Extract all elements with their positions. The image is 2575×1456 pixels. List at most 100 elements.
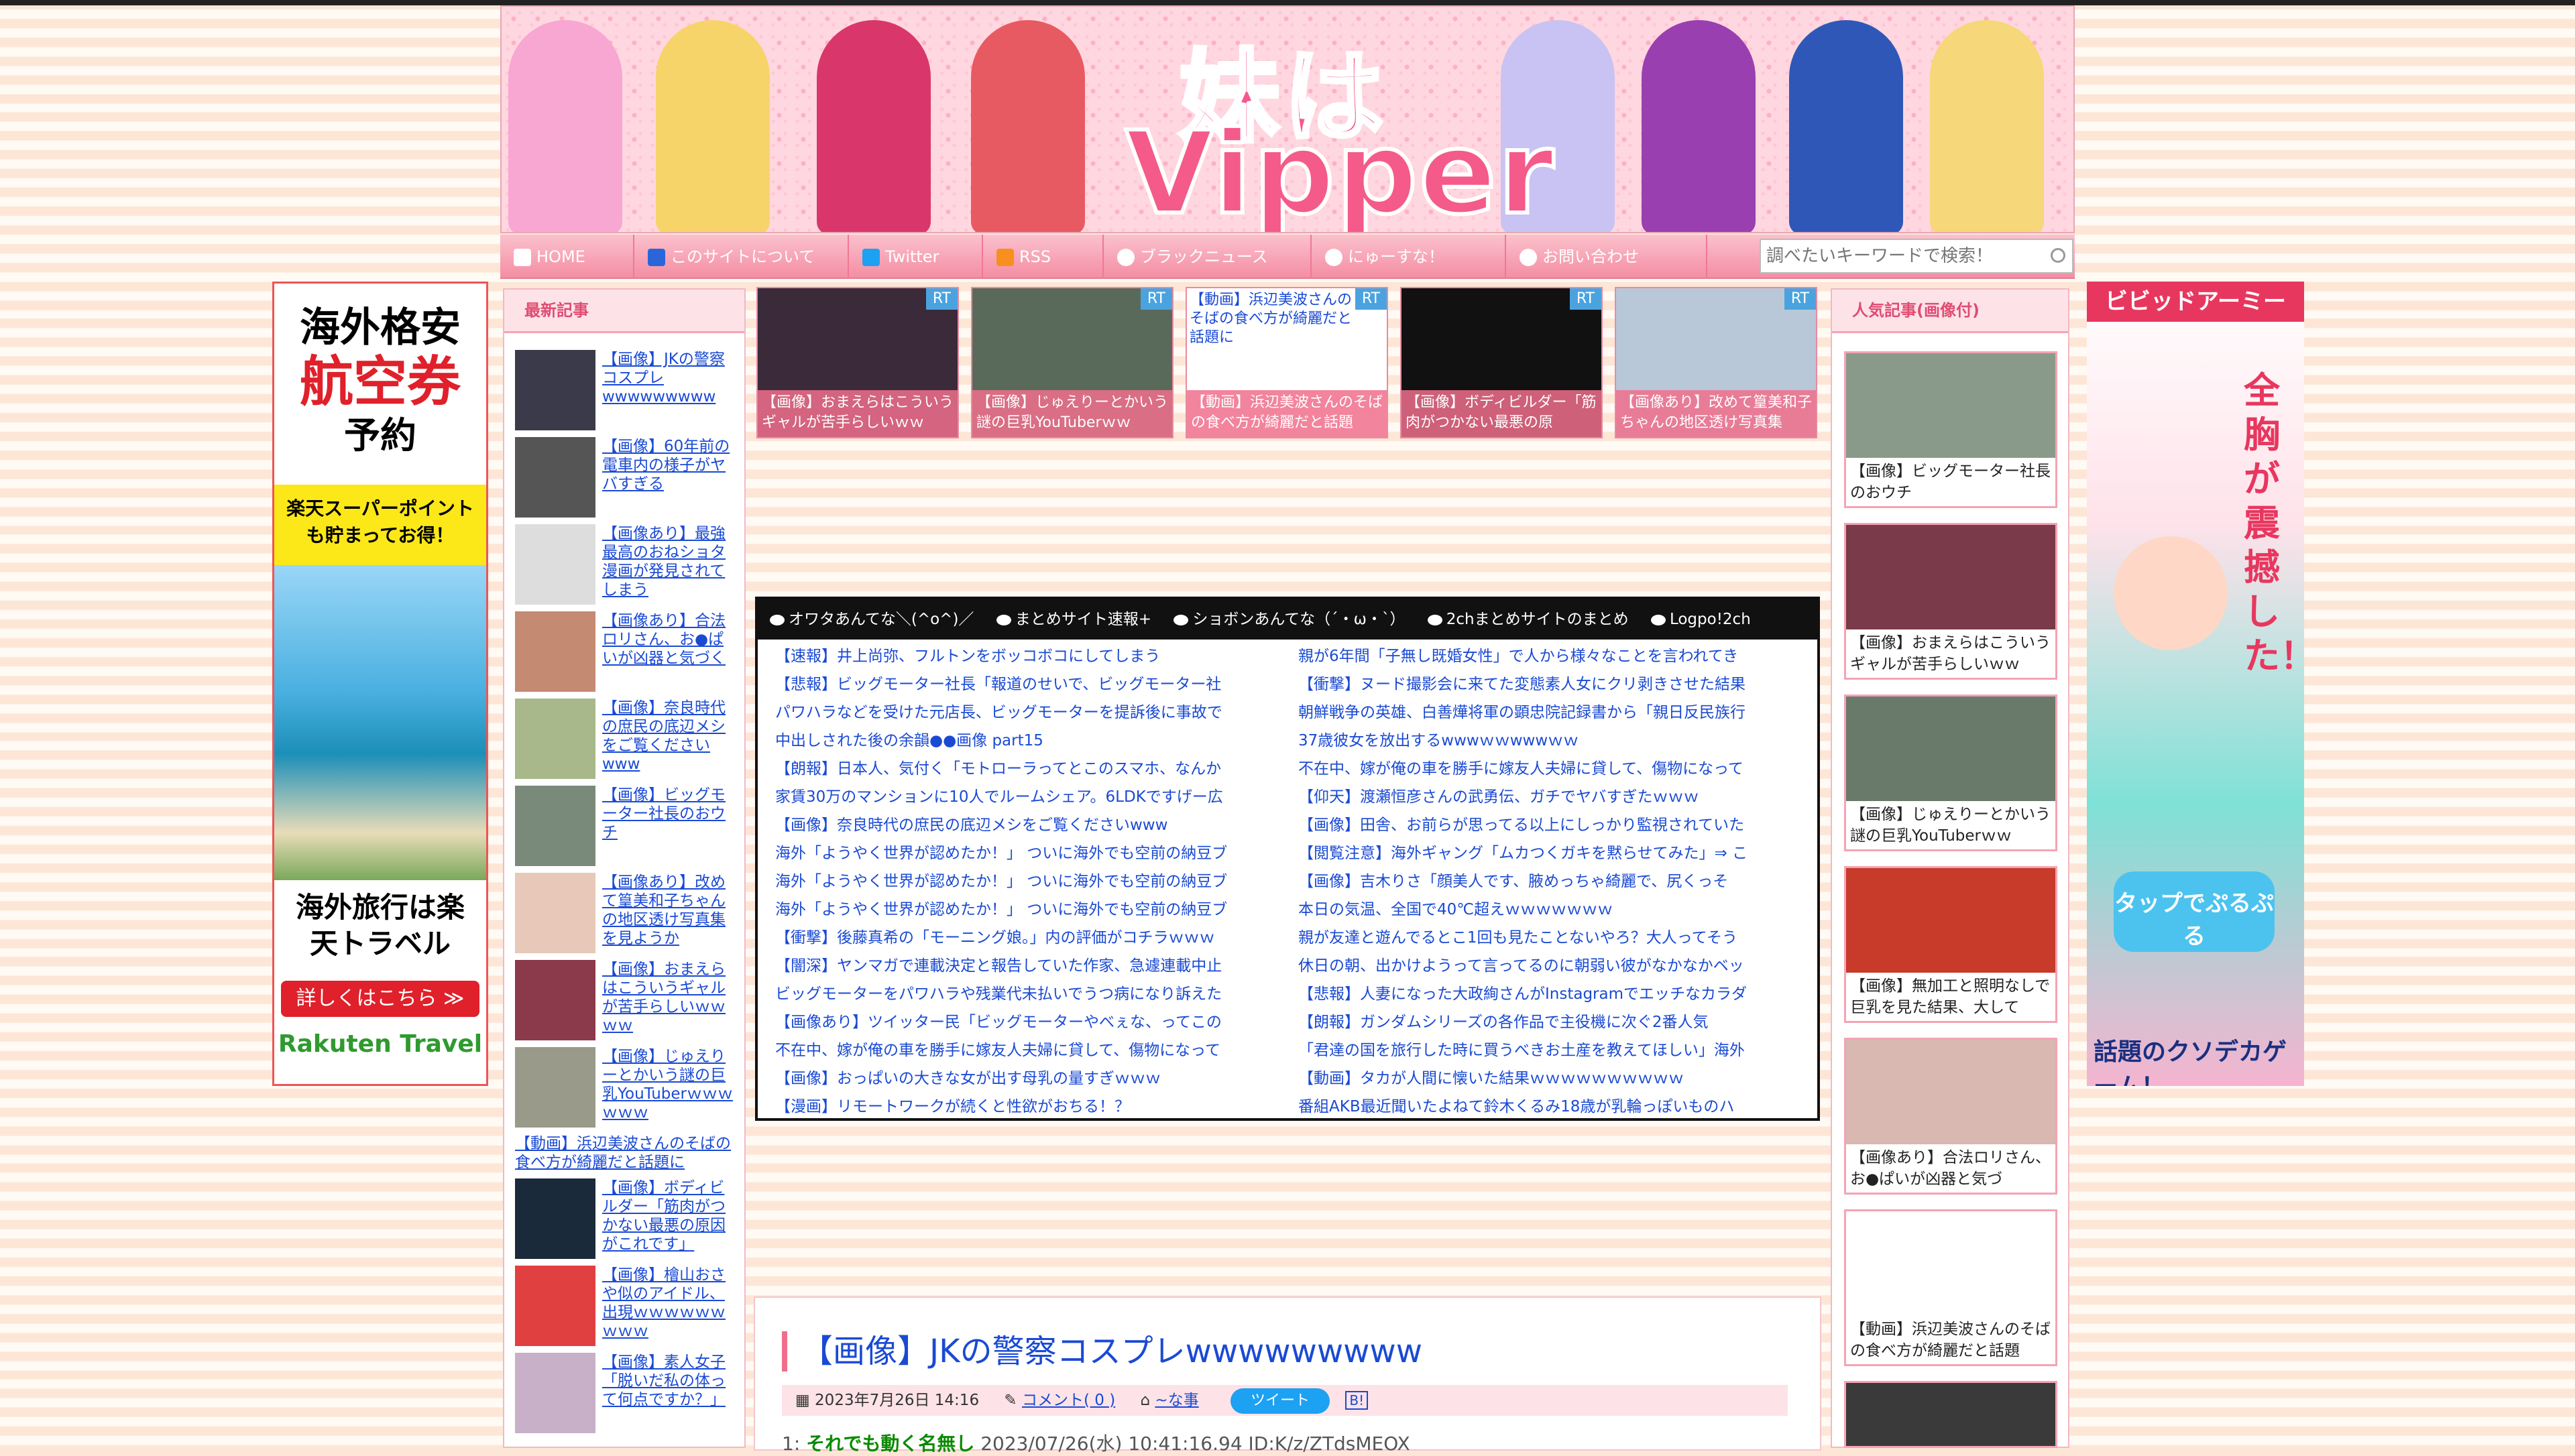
article-link[interactable]: 【画像】ボディビルダー「筋肉がつかない最悪の原因がこれです」 bbox=[602, 1178, 736, 1254]
article-link[interactable]: 【画像】奈良時代の庶民の底辺メシをご覧くださいwww bbox=[602, 699, 736, 774]
feed-link[interactable]: 朝鮮戦争の英雄、白善燁将軍の顕忠院記録書から「親日反民族行 bbox=[1289, 699, 1816, 727]
article-link[interactable]: 【画像】無加工と照明なしで巨乳を見た結果、大して bbox=[1850, 975, 2051, 1018]
feed-link[interactable]: 【悲報】ビッグモーター社長「報道のせいで、ビッグモーター社 bbox=[766, 670, 1289, 699]
feed-link[interactable]: 【衝撃】ヌード撮影会に来てた変態素人女にクリ剥きさせた結果 bbox=[1289, 670, 1816, 699]
feed-link[interactable]: 【仰天】渡瀬恒彦さんの武勇伝、ガチでヤバすぎたｗｗｗ bbox=[1289, 783, 1816, 811]
comment-link[interactable]: コメント( 0 ) bbox=[1022, 1392, 1115, 1409]
feed-link[interactable]: 【画像】奈良時代の庶民の底辺メシをご覧くださいwww bbox=[766, 811, 1289, 839]
article-link[interactable]: 【画像】JKの警察コスプレwwwwwwwww bbox=[602, 350, 736, 406]
broken-image-alt[interactable]: 【動画】浜辺美波さんのそばの食べ方が綺麗だと話題に bbox=[1190, 291, 1357, 347]
feed-link[interactable]: 海外「ようやく世界が認めたか！」 ついに海外でも空前の納豆ブ bbox=[766, 896, 1289, 924]
list-item[interactable]: 【画像】ボディビルダー「筋肉がつかない最悪の原因がこれです」 bbox=[515, 1178, 736, 1266]
thumbnail[interactable] bbox=[515, 1266, 595, 1346]
feed-link[interactable]: 海外「ようやく世界が認めたか！」 ついに海外でも空前の納豆ブ bbox=[766, 839, 1289, 867]
feed-tab[interactable]: Logpo!2ch bbox=[1650, 611, 1751, 628]
thumbnail[interactable] bbox=[1846, 868, 2055, 973]
popular-item[interactable]: 【画像】無加工と照明なしで巨乳を見た結果、大して bbox=[1844, 866, 2057, 1023]
feed-link[interactable]: 親が6年間「子無し既婚女性」で人から様々なことを言われてき bbox=[1289, 642, 1816, 670]
article-link[interactable]: 【画像あり】改めて篁美和子ちゃんの地区透け写真集を見ようか bbox=[602, 873, 736, 948]
article-link[interactable]: 【画像】ビッグモーター社長のおウチ bbox=[602, 786, 736, 842]
feed-link[interactable]: 番組AKB最近聞いたよねて鈴木くるみ18歳が乳輪っぽいものハ bbox=[1289, 1093, 1816, 1121]
ad-banner-right[interactable]: ビビッドアーミー 全胸が震撼した！ タップでぷるぷる 話題のクソデカゲーム！ bbox=[2087, 282, 2304, 1086]
rt-item[interactable]: RT 【動画】浜辺美波さんのそばの食べ方が綺麗だと話題に 【動画】浜辺美波さんの… bbox=[1186, 287, 1388, 438]
thumbnail[interactable] bbox=[515, 873, 595, 953]
rt-item[interactable]: RT 【画像】じゅえりーとかいう謎の巨乳YouTuberｗｗ bbox=[971, 287, 1174, 438]
feed-link[interactable]: 不在中、嫁が俺の車を勝手に嫁友人夫婦に貸して、傷物になって bbox=[1289, 755, 1816, 783]
list-item[interactable]: 【画像】素人女子「脱いだ私の体って何点ですか？」 bbox=[515, 1353, 736, 1440]
feed-tab[interactable]: オワタあんてな＼(^o^)／ bbox=[770, 611, 974, 628]
thumbnail[interactable] bbox=[515, 524, 595, 605]
feed-link[interactable]: 【闇深】ヤンマガで連載決定と報告していた作家、急遽連載中止 bbox=[766, 952, 1289, 980]
feed-link[interactable]: ビッグモーターをパワハラや残業代未払いでうつ病になり訴えた bbox=[766, 980, 1289, 1008]
nav-rss[interactable]: RSS bbox=[983, 235, 1104, 279]
thumbnail[interactable] bbox=[1846, 1211, 2055, 1316]
ad-cta-button[interactable]: 詳しくはこちら ≫ bbox=[281, 981, 479, 1017]
tweet-button[interactable]: ツイート bbox=[1231, 1388, 1330, 1414]
thumbnail[interactable] bbox=[515, 611, 595, 692]
article-link[interactable]: 【画像】じゅえりーとかいう謎の巨乳YouTuberｗｗ bbox=[1850, 804, 2051, 847]
feed-link[interactable]: 本日の気温、全国で40℃超えｗｗｗｗｗｗｗ bbox=[1289, 896, 1816, 924]
feed-link[interactable]: 【衝撃】後藤真希の「モーニング娘。」内の評価がコチラｗｗｗ bbox=[766, 924, 1289, 952]
hatena-bookmark-button[interactable]: B! bbox=[1345, 1391, 1369, 1410]
feed-link[interactable]: 休日の朝、出かけようって言ってるのに朝弱い彼がなかなかベッ bbox=[1289, 952, 1816, 980]
thumbnail[interactable] bbox=[515, 1178, 595, 1259]
search-icon[interactable] bbox=[2051, 248, 2065, 263]
feed-link[interactable]: 【朗報】ガンダムシリーズの各作品で主役機に次ぐ2番人気 bbox=[1289, 1008, 1816, 1036]
category-link[interactable]: ~な事 bbox=[1155, 1392, 1198, 1409]
thumbnail[interactable] bbox=[1846, 353, 2055, 458]
article-link[interactable]: 【動画】浜辺美波さんのそばの食べ方が綺麗だと話題に bbox=[515, 1134, 736, 1172]
feed-link[interactable]: 【画像】おっぱいの大きな女が出す母乳の量すぎｗｗｗ bbox=[766, 1065, 1289, 1093]
article-title[interactable]: 【画像】JKの警察コスプレwwwwwwwww bbox=[782, 1331, 1422, 1372]
article-link[interactable]: 【画像あり】合法ロリさん、お●ぱいが凶器と気づ bbox=[1850, 1147, 2051, 1190]
popular-item[interactable]: 【画像あり】合法ロリさん、お●ぱいが凶器と気づ bbox=[1844, 1038, 2057, 1195]
site-header-banner[interactable]: 妹は Vipper bbox=[500, 5, 2075, 233]
list-item[interactable]: 【画像】じゅえりーとかいう謎の巨乳YouTuberｗｗｗｗｗｗ bbox=[515, 1047, 736, 1134]
list-item[interactable]: 【動画】浜辺美波さんのそばの食べ方が綺麗だと話題に bbox=[515, 1134, 736, 1174]
feed-tab[interactable]: 2chまとめサイトのまとめ bbox=[1427, 611, 1629, 628]
rt-caption[interactable]: 【画像】おまえらはこういうギャルが苦手らしいｗｗ bbox=[758, 390, 958, 437]
thumbnail[interactable] bbox=[515, 350, 595, 430]
thumbnail[interactable] bbox=[1846, 696, 2055, 801]
feed-link[interactable]: 【画像】田舎、お前らが思ってる以上にしっかり監視されていた bbox=[1289, 811, 1816, 839]
feed-link[interactable]: 【速報】井上尚弥、フルトンをボッコボコにしてしまう bbox=[766, 642, 1289, 670]
thumbnail[interactable] bbox=[515, 1047, 595, 1128]
search-input[interactable] bbox=[1761, 240, 2036, 272]
list-item[interactable]: 【画像】60年前の電車内の様子がヤバすぎる bbox=[515, 437, 736, 524]
feed-link[interactable]: 「君達の国を旅行した時に買うべきお土産を教えてほしい」海外 bbox=[1289, 1036, 1816, 1065]
feed-link[interactable]: 37歳彼女を放出するwwwｗｗwwwｗｗ bbox=[1289, 727, 1816, 755]
thumbnail[interactable] bbox=[515, 786, 595, 866]
thumbnail[interactable] bbox=[515, 1353, 595, 1433]
rt-caption[interactable]: 【画像】ボディビルダー「筋肉がつかない最悪の原 bbox=[1401, 390, 1601, 437]
feed-link[interactable]: 親が友達と遊んでるとこ1回も見たことないやろ？大人ってそう bbox=[1289, 924, 1816, 952]
rt-caption[interactable]: 【画像】じゅえりーとかいう謎の巨乳YouTuberｗｗ bbox=[972, 390, 1172, 437]
article-link[interactable]: 【画像あり】合法ロリさん、お●ぱいが凶器と気づく bbox=[602, 611, 736, 668]
nav-newsna[interactable]: にゅーすな！ bbox=[1312, 235, 1506, 279]
rt-item[interactable]: RT 【画像あり】改めて篁美和子ちゃんの地区透け写真集 bbox=[1615, 287, 1817, 438]
article-link[interactable]: 【画像】じゅえりーとかいう謎の巨乳YouTuberｗｗｗｗｗｗ bbox=[602, 1047, 736, 1122]
nav-black-news[interactable]: ブラックニュース bbox=[1104, 235, 1312, 279]
rt-caption[interactable]: 【動画】浜辺美波さんのそばの食べ方が綺麗だと話題 bbox=[1187, 390, 1387, 437]
nav-home[interactable]: HOME bbox=[500, 235, 634, 279]
feed-link[interactable]: 海外「ようやく世界が認めたか！」 ついに海外でも空前の納豆ブ bbox=[766, 867, 1289, 896]
rt-item[interactable]: RT 【画像】ボディビルダー「筋肉がつかない最悪の原 bbox=[1400, 287, 1603, 438]
thumbnail[interactable] bbox=[1846, 1040, 2055, 1144]
popular-item[interactable]: 【画像】じゅえりーとかいう謎の巨乳YouTuberｗｗ bbox=[1844, 694, 2057, 851]
feed-link[interactable]: 【画像】吉木りさ「顔美人です、腋めっちゃ綺麗で、尻くっそ bbox=[1289, 867, 1816, 896]
list-item[interactable]: 【画像】奈良時代の庶民の底辺メシをご覧くださいwww bbox=[515, 699, 736, 786]
article-link[interactable]: 【画像】60年前の電車内の様子がヤバすぎる bbox=[602, 437, 736, 493]
list-item[interactable]: 【画像あり】合法ロリさん、お●ぱいが凶器と気づく bbox=[515, 611, 736, 699]
feed-link[interactable]: 【動画】タカが人間に懐いた結果ｗｗｗｗｗｗｗｗｗｗ bbox=[1289, 1065, 1816, 1093]
article-link[interactable]: 【画像】おまえらはこういうギャルが苦手らしいｗｗｗｗ bbox=[602, 960, 736, 1035]
feed-link[interactable]: 家賃30万のマンションに10人でルームシェア。6LDKですげー広 bbox=[766, 783, 1289, 811]
feed-link[interactable]: 【閲覧注意】海外ギャング「ムカつくガキを黙らせてみた」⇒ こ bbox=[1289, 839, 1816, 867]
feed-link[interactable]: パワハラなどを受けた元店長、ビッグモーターを提訴後に事故で bbox=[766, 699, 1289, 727]
article-link[interactable]: 【画像】素人女子「脱いだ私の体って何点ですか？」 bbox=[602, 1353, 736, 1409]
feed-link[interactable]: 【朗報】日本人、気付く「モトローラってとこのスマホ、なんか bbox=[766, 755, 1289, 783]
thumbnail[interactable] bbox=[1846, 525, 2055, 629]
article-link[interactable]: 【動画】浜辺美波さんのそばの食べ方が綺麗だと話題 bbox=[1850, 1319, 2051, 1361]
article-link[interactable]: 【画像あり】最強最高のおねショタ漫画が発見されてしまう bbox=[602, 524, 736, 599]
feed-link[interactable]: 不在中、嫁が俺の車を勝手に嫁友人夫婦に貸して、傷物になって bbox=[766, 1036, 1289, 1065]
rt-item[interactable]: RT 【画像】おまえらはこういうギャルが苦手らしいｗｗ bbox=[756, 287, 959, 438]
list-item[interactable]: 【画像】おまえらはこういうギャルが苦手らしいｗｗｗｗ bbox=[515, 960, 736, 1047]
nav-contact[interactable]: お問い合わせ bbox=[1506, 235, 1707, 279]
